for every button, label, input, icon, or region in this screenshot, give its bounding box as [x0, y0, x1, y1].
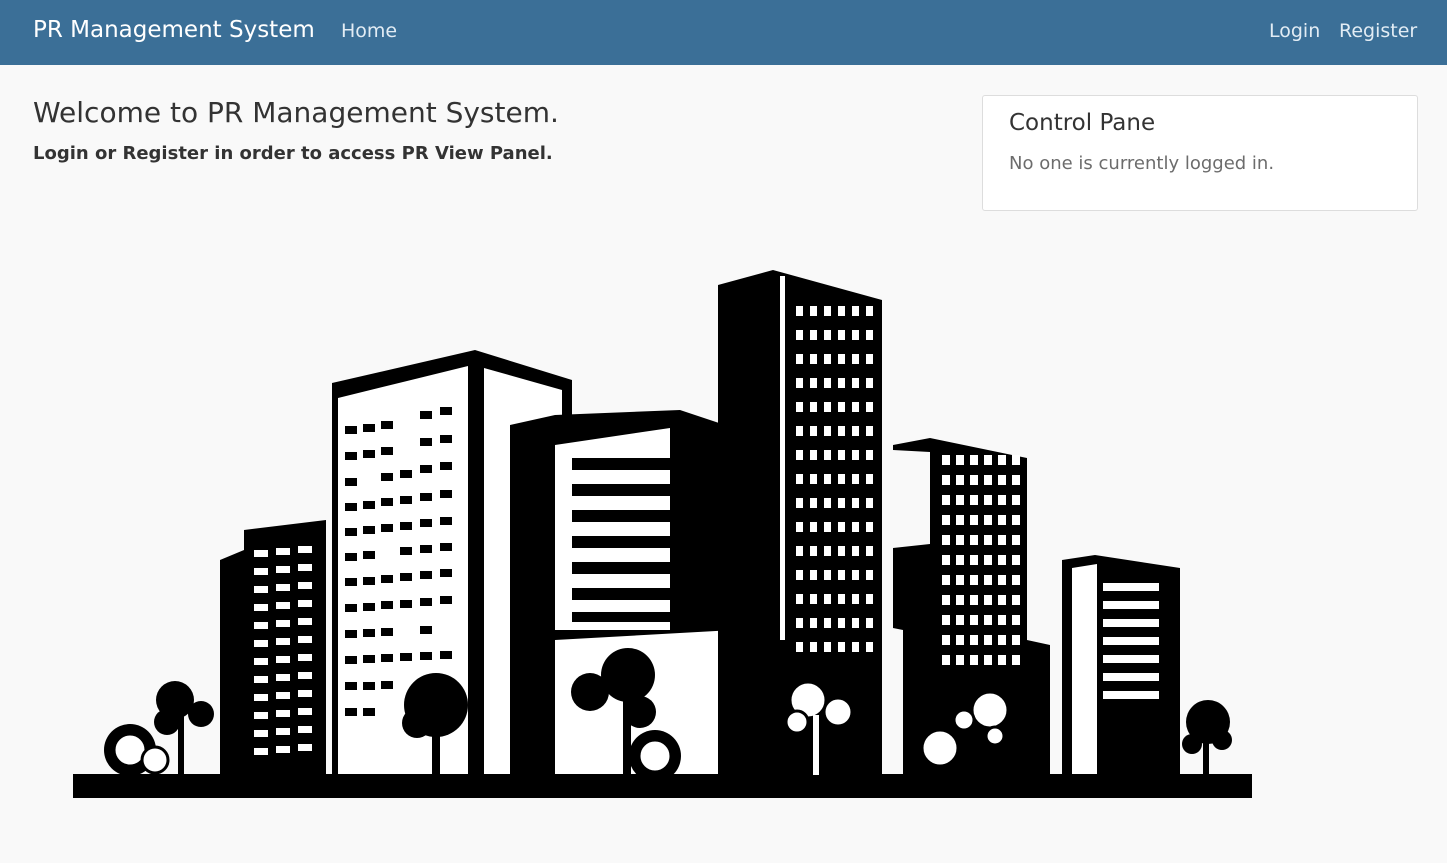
city-skyline-icon	[73, 270, 1252, 798]
